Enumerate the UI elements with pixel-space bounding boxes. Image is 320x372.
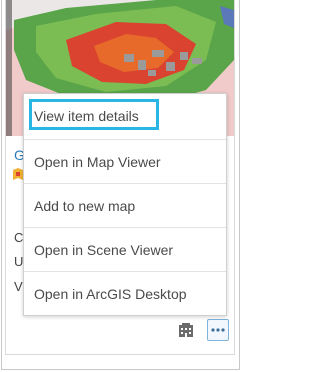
item-meta-line-2: U [14, 254, 24, 269]
item-type-badge-icon [13, 168, 23, 180]
card-footer-actions [175, 319, 229, 341]
menu-item-label: Open in Scene Viewer [34, 242, 174, 258]
menu-item-add-to-new-map[interactable]: Add to new map [24, 183, 226, 227]
menu-item-open-in-scene-viewer[interactable]: Open in Scene Viewer [24, 227, 226, 271]
menu-item-label: Open in ArcGIS Desktop [34, 286, 187, 302]
menu-item-label: Add to new map [34, 198, 136, 214]
menu-item-label: Open in Map Viewer [34, 154, 161, 170]
more-options-icon[interactable] [207, 319, 229, 341]
organization-building-icon[interactable] [175, 319, 197, 341]
item-context-menu: View item details Open in Map Viewer Add… [23, 93, 227, 316]
focus-highlight [29, 99, 159, 130]
item-meta-line-1: C [14, 230, 24, 245]
menu-item-open-in-arcgis-desktop[interactable]: Open in ArcGIS Desktop [24, 271, 226, 315]
menu-item-open-in-map-viewer[interactable]: Open in Map Viewer [24, 139, 226, 183]
